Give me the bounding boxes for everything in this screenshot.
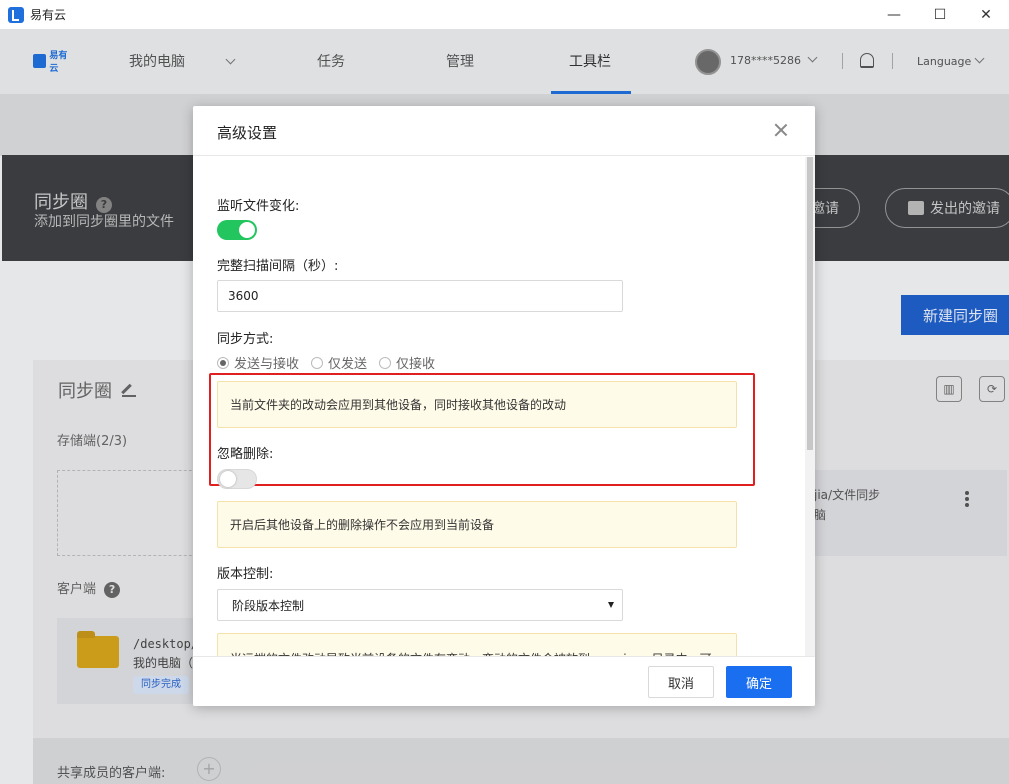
radio-icon: [311, 356, 324, 369]
version-control-value: 阶段版本控制: [232, 598, 305, 613]
version-control-select[interactable]: 阶段版本控制: [217, 589, 623, 621]
window-controls: — ☐ ✕: [871, 0, 1009, 29]
dropdown-arrow-icon: [608, 602, 614, 608]
version-control-note: 当远端的文件改动导致当前设备的文件有变动，变动的文件会被放到 .versions…: [217, 633, 737, 656]
sync-mode-label: 同步方式:: [217, 332, 274, 347]
cancel-button[interactable]: 取消: [648, 666, 714, 698]
radio-label: 仅发送: [328, 357, 368, 372]
scan-interval-label: 完整扫描间隔（秒）:: [217, 259, 339, 274]
dialog-header: 高级设置: [193, 106, 815, 156]
dialog-title: 高级设置: [217, 124, 278, 142]
sync-mode-send-receive[interactable]: 发送与接收: [217, 353, 299, 372]
radio-icon: [379, 356, 392, 369]
radio-label: 仅接收: [396, 357, 436, 372]
dialog-footer: 取消 确定: [193, 656, 815, 706]
version-control-label: 版本控制:: [217, 567, 274, 582]
watch-files-label: 监听文件变化:: [217, 199, 300, 214]
maximize-button[interactable]: ☐: [917, 0, 963, 29]
title-bar: 易有云 — ☐ ✕: [0, 0, 1009, 29]
radio-label: 发送与接收: [234, 357, 300, 372]
window-title: 易有云: [30, 8, 67, 22]
sync-mode-group: 发送与接收 仅发送 仅接收: [217, 353, 447, 372]
scrollbar-thumb[interactable]: [807, 157, 813, 450]
sync-mode-receive-only[interactable]: 仅接收: [379, 353, 435, 372]
ignore-delete-label: 忽略删除:: [217, 447, 274, 462]
sync-mode-send-only[interactable]: 仅发送: [311, 353, 367, 372]
radio-checked-icon: [217, 356, 229, 369]
highlight-box: [209, 373, 755, 486]
close-window-button[interactable]: ✕: [963, 0, 1009, 29]
ignore-delete-note: 开启后其他设备上的删除操作不会应用到当前设备: [217, 501, 737, 548]
advanced-settings-dialog: 高级设置 监听文件变化: 完整扫描间隔（秒）: 同步方式: 发送与接收 仅发送 …: [193, 106, 815, 706]
app-logo-icon: [8, 6, 24, 23]
scan-interval-input[interactable]: [217, 280, 623, 312]
confirm-button[interactable]: 确定: [726, 666, 792, 698]
close-icon[interactable]: [773, 122, 789, 138]
minimize-button[interactable]: —: [871, 0, 917, 29]
watch-files-toggle[interactable]: [217, 220, 257, 240]
dialog-body: 监听文件变化: 完整扫描间隔（秒）: 同步方式: 发送与接收 仅发送 仅接收 当…: [193, 157, 815, 656]
ignore-delete-toggle[interactable]: [217, 469, 257, 489]
